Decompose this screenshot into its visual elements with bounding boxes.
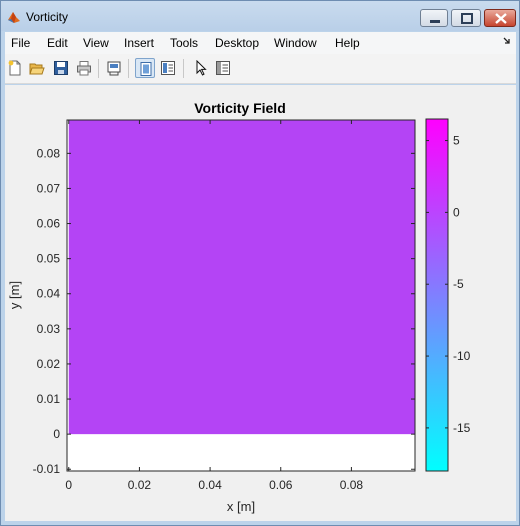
hide-plot-tools-button[interactable] [135,58,155,78]
show-plot-tools-button[interactable] [158,58,178,78]
menu-insert[interactable]: Insert [124,36,154,50]
y-tick-label: 0.02 [37,357,61,371]
y-tick-label: 0.05 [37,252,61,266]
y-tick-label: 0.08 [37,146,61,160]
menu-edit[interactable]: Edit [47,36,68,50]
y-tick-label: 0.01 [37,392,61,406]
x-tick-label: 0.04 [198,478,222,492]
y-tick-label: 0 [53,427,60,441]
colorbar-tick-label: -5 [453,277,464,291]
open-property-inspector-icon [216,61,230,75]
colorbar-tick-label: -10 [453,349,471,363]
edit-plot-button[interactable] [191,58,211,78]
menu-bar: File Edit View Insert Tools Desktop Wind… [5,32,516,54]
toolbar-separator [98,59,99,78]
maximize-button[interactable] [451,9,481,27]
hide-plot-tools-icon [140,62,152,76]
y-tick-label: 0.04 [37,287,61,301]
new-figure-icon [8,60,21,76]
colorbar-tick-label: 5 [453,134,460,148]
y-tick-label: 0.07 [37,181,61,195]
menu-view[interactable]: View [83,36,109,50]
x-tick-label: 0.02 [128,478,152,492]
colorbar-tick-label: 0 [453,205,460,219]
y-tick-label: 0.03 [37,322,61,336]
matlab-logo-icon [7,10,21,24]
open-file-icon [29,63,45,75]
x-tick-label: 0 [65,478,72,492]
link-plot-button[interactable] [104,58,124,78]
vorticity-field-image [68,120,416,435]
save-figure-button[interactable] [51,58,71,78]
menu-file[interactable]: File [11,36,30,50]
x-tick-label: 0.06 [269,478,293,492]
menu-tools[interactable]: Tools [170,36,198,50]
title-bar[interactable]: Vorticity [1,1,519,31]
menu-help[interactable]: Help [335,36,360,50]
chart-title: Vorticity Field [194,100,286,116]
colorbar-tick-label: -15 [453,421,471,435]
menu-window[interactable]: Window [274,36,317,50]
menu-desktop[interactable]: Desktop [215,36,259,50]
print-figure-button[interactable] [74,58,94,78]
maximize-icon [461,13,473,24]
open-property-inspector-button[interactable] [213,58,233,78]
show-plot-tools-icon [161,61,175,75]
save-figure-icon [54,61,68,75]
y-tick-label: -0.01 [33,462,61,476]
x-axis-label: x [m] [227,499,255,514]
print-figure-icon [77,61,91,76]
y-axis-label: y [m] [7,281,22,309]
close-button[interactable] [484,9,516,27]
edit-plot-icon [196,60,207,76]
open-file-button[interactable] [27,58,47,78]
new-figure-button[interactable] [5,58,25,78]
figure-canvas: Vorticity Field 0 0.02 0.04 0.06 0.08 -0.01 0… [5,85,516,521]
figure-window: Vorticity File Edit View Insert Tools De… [0,0,520,526]
toolbar-separator [183,59,184,78]
window-title: Vorticity [26,10,69,24]
colorbar[interactable] [425,118,449,472]
toolbar-separator [128,59,129,78]
minimize-icon [430,20,440,23]
plot-svg: Vorticity Field 0 0.02 0.04 0.06 0.08 -0.01 0… [7,100,471,514]
link-plot-icon [107,61,121,76]
close-icon [495,13,507,24]
figure-toolbar [5,54,516,84]
x-tick-label: 0.08 [340,478,364,492]
dock-arrow-icon[interactable] [501,34,513,48]
minimize-button[interactable] [420,9,448,27]
y-tick-label: 0.06 [37,217,61,231]
